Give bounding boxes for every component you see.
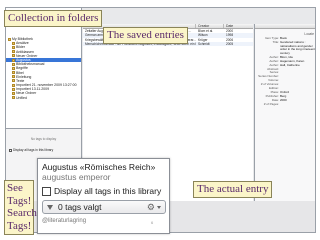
folder-icon: [12, 41, 15, 45]
callout-collection: Collection in folders: [4, 10, 103, 27]
tag-list: Augustus «Römisches Reich» augustus empe…: [38, 159, 169, 182]
filter-icon: [47, 204, 53, 210]
field-label: # of Pages:: [263, 101, 279, 106]
folder-icon: [12, 66, 15, 70]
checkbox-icon: [9, 148, 12, 152]
callout-saved-entries: The saved entries: [103, 27, 188, 44]
page-number: 6: [151, 220, 154, 225]
display-all-tags-checkbox[interactable]: Display all tags in this library: [42, 186, 161, 196]
column-date[interactable]: Date: [224, 24, 253, 28]
tag-count-text: 0 tags valgt: [58, 202, 102, 212]
collection-tree: My Bibliothek Ansätze Bilder Antiklassen Neu…: [6, 37, 81, 100]
folder-icon: [12, 92, 15, 96]
cell-date: 2005: [226, 41, 234, 46]
folder-icon: [12, 96, 15, 100]
chevron-down-icon: [157, 205, 161, 209]
tag-item[interactable]: Augustus «Römisches Reich»: [42, 162, 165, 172]
item-field: Title: Gendered nations : nationalisms an…: [255, 40, 315, 55]
folder-icon: [12, 58, 15, 62]
item-field: # of Pages:: [255, 101, 315, 107]
tag-actions-button[interactable]: ⚙: [147, 202, 165, 213]
folder-icon: [12, 83, 15, 87]
display-all-tags-small[interactable]: Display all tags in this library: [9, 148, 53, 152]
folder-icon: [12, 79, 15, 83]
item-pane-tabs[interactable]: [255, 24, 315, 29]
item-pane: Locate Item Type: Book Title: Gendered nati…: [254, 24, 315, 201]
no-tags-text: No tags to display: [30, 137, 57, 141]
folder-icon: [12, 54, 15, 58]
folder-icon: [12, 87, 15, 91]
item-fields: Item Type: Book Title: Gendered nations : n…: [255, 37, 315, 107]
field-label: Title:: [272, 40, 279, 45]
field-value[interactable]: [280, 103, 315, 107]
field-value[interactable]: Gendered nations : nationalisms and gend…: [280, 40, 315, 55]
footer-text: @literaturlagring: [42, 218, 87, 224]
gear-icon: ⚙: [146, 201, 155, 212]
column-creator[interactable]: Creator: [196, 24, 224, 28]
checkbox-icon: [42, 186, 51, 196]
folder-icon: [12, 50, 15, 54]
folder-icon: [8, 37, 11, 41]
tag-selector-toolbar: 0 tags valgt ⚙: [42, 200, 166, 214]
folder-icon: [12, 62, 15, 66]
collection-item[interactable]: Unfiled: [6, 96, 81, 100]
tag-item[interactable]: augustus emperor: [42, 172, 165, 182]
folder-icon: [12, 75, 15, 79]
callout-actual-entry: The actual entry: [193, 181, 273, 198]
folder-icon: [12, 71, 15, 75]
cell-creator: Schmidt: [198, 41, 210, 46]
display-all-tags-label: Display all tags in this library: [54, 186, 162, 196]
locate-button[interactable]: Locate: [304, 32, 314, 36]
callout-see-tags: See Tags! Search Tags!: [4, 180, 37, 235]
folder-icon: [12, 45, 15, 49]
tag-count-button[interactable]: 0 tags valgt: [43, 202, 101, 212]
